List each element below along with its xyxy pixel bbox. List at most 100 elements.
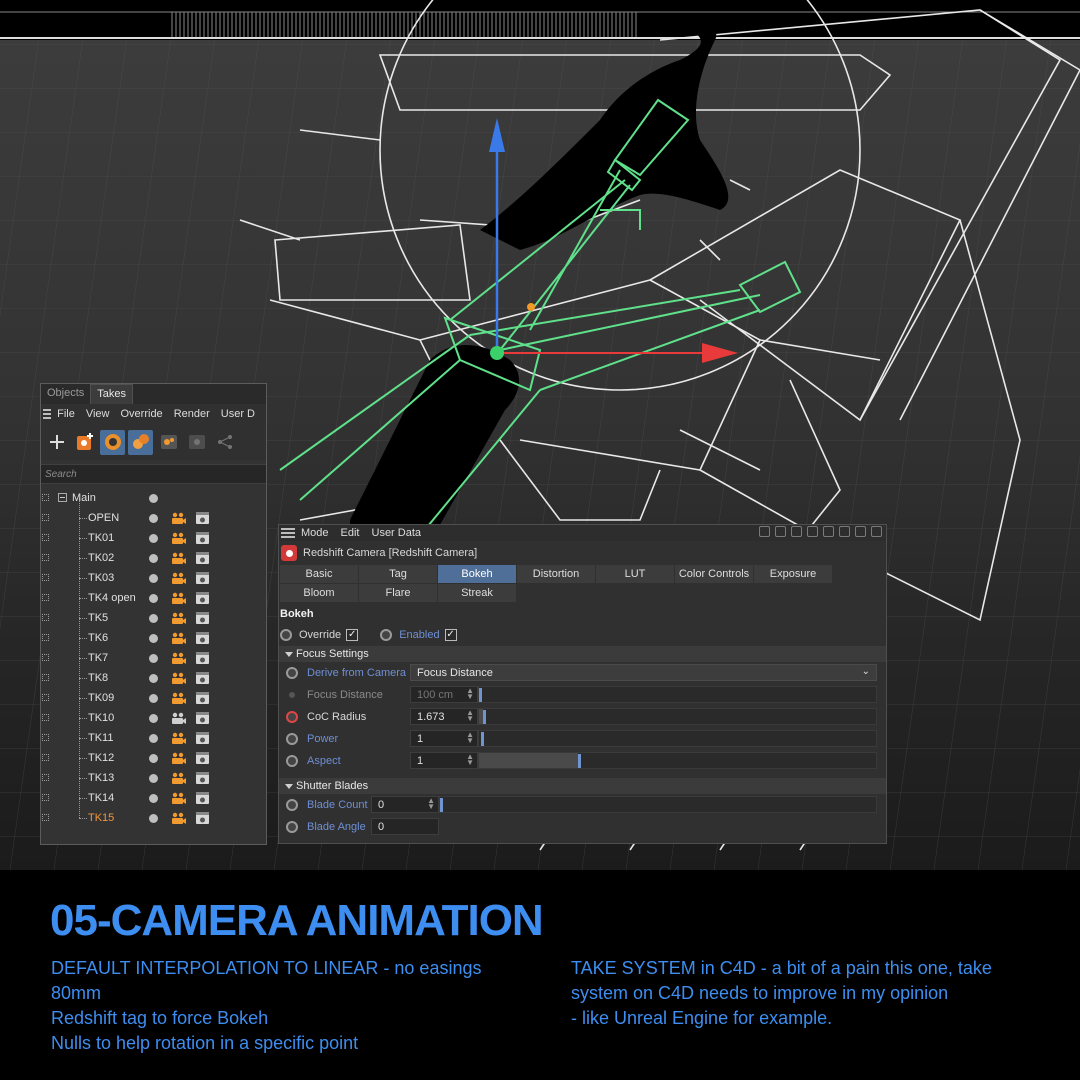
slider-knob[interactable] [483, 710, 486, 724]
drag-handle[interactable] [42, 774, 49, 781]
camera-icon[interactable] [171, 811, 186, 825]
menu-edit[interactable]: Edit [341, 527, 360, 539]
render-setting-icon[interactable] [195, 671, 210, 685]
drag-handle[interactable] [42, 694, 49, 701]
enabled-animate-icon[interactable] [380, 629, 393, 641]
take-row[interactable]: TK6 [41, 628, 266, 648]
camera-icon[interactable] [171, 531, 186, 545]
drag-handle[interactable] [42, 534, 49, 541]
share-button[interactable] [212, 430, 237, 455]
camera-icon[interactable] [171, 791, 186, 805]
slider-knob[interactable] [578, 754, 581, 768]
camera-icon[interactable] [171, 591, 186, 605]
camera-icon[interactable] [171, 651, 186, 665]
check-dot[interactable] [149, 534, 158, 543]
take-row[interactable]: TK15 [41, 808, 266, 828]
take-row[interactable]: TK5 [41, 608, 266, 628]
render-setting-button[interactable] [156, 430, 181, 455]
camera-icon[interactable] [171, 671, 186, 685]
menu-render[interactable]: Render [174, 408, 210, 420]
render-setting-icon[interactable] [195, 711, 210, 725]
tab-bloom[interactable]: Bloom [280, 584, 358, 602]
tab-color-controls[interactable]: Color Controls [675, 565, 753, 583]
drag-handle[interactable] [42, 654, 49, 661]
spinner-icon[interactable]: ▲ ▼ [466, 709, 474, 723]
camera-icon[interactable] [171, 631, 186, 645]
spinner-icon[interactable]: ▲ ▼ [466, 687, 474, 701]
add-take-from-selection-button[interactable] [72, 430, 97, 455]
blade-count-slider[interactable] [439, 796, 877, 813]
animate-icon[interactable] [286, 733, 298, 745]
take-row[interactable]: TK10 [41, 708, 266, 728]
render-setting-icon[interactable] [195, 771, 210, 785]
aspect-slider[interactable] [478, 752, 877, 769]
spinner-icon[interactable]: ▲ ▼ [466, 753, 474, 767]
override-animate-icon[interactable] [280, 629, 292, 641]
lock-overrides-button[interactable] [128, 429, 153, 455]
pin-icon[interactable] [823, 526, 834, 537]
shutter-blades-group[interactable]: Shutter Blades [279, 778, 886, 794]
check-dot[interactable] [149, 654, 158, 663]
menu-view[interactable]: View [86, 408, 110, 420]
animate-icon[interactable] [286, 821, 298, 833]
take-row[interactable]: TK7 [41, 648, 266, 668]
menu-user-data[interactable]: User D [221, 408, 255, 420]
tab-lut[interactable]: LUT [596, 565, 674, 583]
check-dot[interactable] [149, 494, 158, 503]
take-row[interactable]: TK14 [41, 788, 266, 808]
check-dot[interactable] [149, 714, 158, 723]
render-setting-icon[interactable] [195, 791, 210, 805]
tab-exposure[interactable]: Exposure [754, 565, 832, 583]
tab-distortion[interactable]: Distortion [517, 565, 595, 583]
drag-handle[interactable] [42, 594, 49, 601]
focus-distance-field[interactable]: 100 cm ▲ ▼ [410, 686, 478, 703]
take-row[interactable]: TK13 [41, 768, 266, 788]
aspect-field[interactable]: 1 ▲ ▼ [410, 752, 478, 769]
drag-handle[interactable] [42, 514, 49, 521]
render-setting-icon[interactable] [195, 591, 210, 605]
render-setting-icon[interactable] [195, 751, 210, 765]
check-dot[interactable] [149, 674, 158, 683]
render-setting-icon[interactable] [195, 571, 210, 585]
check-dot[interactable] [149, 814, 158, 823]
tab-streak[interactable]: Streak [438, 584, 516, 602]
check-dot[interactable] [149, 614, 158, 623]
up-arrow-icon[interactable] [791, 526, 802, 537]
check-dot[interactable] [149, 574, 158, 583]
render-setting-icon[interactable] [195, 651, 210, 665]
camera-icon[interactable] [171, 551, 186, 565]
camera-icon[interactable] [171, 731, 186, 745]
blade-count-field[interactable]: 0 ▲ ▼ [371, 796, 439, 813]
check-dot[interactable] [149, 634, 158, 643]
derive-dropdown[interactable]: Focus Distance ⌄ [410, 664, 877, 681]
check-dot[interactable] [149, 514, 158, 523]
coc-radius-field[interactable]: 1.673 ▲ ▼ [410, 708, 478, 725]
drag-handle[interactable] [42, 634, 49, 641]
drag-handle[interactable] [42, 794, 49, 801]
tab-basic[interactable]: Basic [280, 565, 358, 583]
new-panel-icon[interactable] [871, 526, 882, 537]
drag-handle[interactable] [42, 494, 49, 501]
drag-handle[interactable] [42, 554, 49, 561]
menu-override[interactable]: Override [121, 408, 163, 420]
check-dot[interactable] [149, 754, 158, 763]
drag-handle[interactable] [42, 574, 49, 581]
search-input[interactable]: Search [41, 464, 266, 484]
lock-icon[interactable] [839, 526, 850, 537]
focus-distance-slider[interactable] [478, 686, 877, 703]
settings-icon[interactable] [855, 526, 866, 537]
check-dot[interactable] [149, 774, 158, 783]
take-row-main[interactable]: Main [41, 488, 266, 508]
tab-takes[interactable]: Takes [90, 384, 134, 404]
back-arrow-icon[interactable] [759, 526, 770, 537]
camera-icon[interactable] [171, 511, 186, 525]
focus-settings-group[interactable]: Focus Settings [279, 646, 886, 662]
take-row[interactable]: TK4 open [41, 588, 266, 608]
blade-angle-field[interactable]: 0 [371, 818, 439, 835]
take-row[interactable]: TK11 [41, 728, 266, 748]
menu-user-data[interactable]: User Data [372, 527, 422, 539]
take-row[interactable]: TK8 [41, 668, 266, 688]
animate-icon[interactable] [286, 667, 298, 679]
spinner-icon[interactable]: ▲ ▼ [427, 797, 435, 811]
render-setting-icon[interactable] [195, 611, 210, 625]
